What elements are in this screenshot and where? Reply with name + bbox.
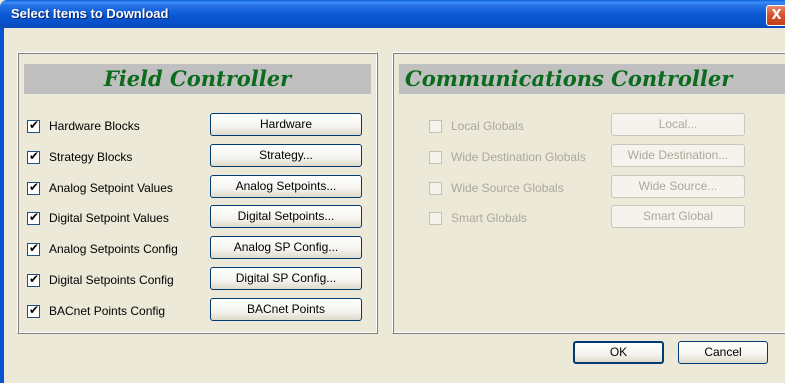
field-controller-title: Field Controller [24, 64, 371, 94]
analog-setpoints-config-checkbox-row[interactable]: Analog Setpoints Config [27, 241, 178, 257]
digital-sp-config-button[interactable]: Digital SP Config... [210, 267, 362, 290]
wide-destination-globals-checkbox [429, 150, 442, 164]
select-items-dialog: Select Items to Download X Field Control… [0, 0, 785, 383]
local-globals-checkbox [429, 119, 442, 133]
smart-global-button: Smart Global [611, 205, 745, 228]
ok-button[interactable]: OK [573, 341, 664, 364]
analog-setpoint-values-checkbox[interactable] [27, 180, 40, 195]
bacnet-points-config-label: BACnet Points Config [49, 304, 166, 318]
window-title: Select Items to Download [11, 6, 169, 21]
strategy-blocks-label: Strategy Blocks [49, 150, 133, 164]
strategy-button[interactable]: Strategy... [210, 144, 362, 167]
local-button: Local... [611, 113, 745, 136]
wide-source-button: Wide Source... [611, 175, 745, 198]
bacnet-points-config-checkbox[interactable] [27, 303, 40, 318]
analog-setpoints-config-checkbox[interactable] [27, 241, 40, 256]
wide-source-globals-label: Wide Source Globals [451, 181, 564, 195]
wide-destination-button: Wide Destination... [611, 144, 745, 167]
analog-setpoints-button[interactable]: Analog Setpoints... [210, 175, 362, 198]
communications-controller-group: Communications Controller Local Globals … [392, 52, 785, 334]
digital-setpoint-values-label: Digital Setpoint Values [49, 211, 169, 225]
close-button[interactable]: X [766, 5, 785, 26]
digital-setpoints-config-label: Digital Setpoints Config [49, 273, 174, 287]
smart-globals-label: Smart Globals [451, 211, 528, 225]
smart-globals-checkbox-row: Smart Globals [429, 210, 527, 226]
digital-setpoints-config-checkbox-row[interactable]: Digital Setpoints Config [27, 272, 174, 288]
analog-setpoints-config-label: Analog Setpoints Config [49, 242, 178, 256]
wide-source-globals-checkbox-row: Wide Source Globals [429, 180, 564, 196]
hardware-blocks-label: Hardware Blocks [49, 119, 140, 133]
strategy-blocks-checkbox[interactable] [27, 149, 40, 164]
hardware-blocks-checkbox[interactable] [27, 118, 40, 133]
wide-source-globals-checkbox [429, 181, 442, 195]
analog-setpoint-values-checkbox-row[interactable]: Analog Setpoint Values [27, 180, 173, 196]
analog-setpoint-values-label: Analog Setpoint Values [49, 181, 173, 195]
local-globals-checkbox-row: Local Globals [429, 118, 524, 134]
digital-setpoints-button[interactable]: Digital Setpoints... [210, 205, 362, 228]
digital-setpoint-values-checkbox[interactable] [27, 210, 40, 225]
communications-controller-title: Communications Controller [399, 64, 785, 94]
bacnet-points-config-checkbox-row[interactable]: BACnet Points Config [27, 303, 165, 319]
digital-setpoints-config-checkbox[interactable] [27, 272, 40, 287]
hardware-blocks-checkbox-row[interactable]: Hardware Blocks [27, 118, 140, 134]
smart-globals-checkbox [429, 211, 442, 225]
strategy-blocks-checkbox-row[interactable]: Strategy Blocks [27, 149, 132, 165]
bacnet-points-button[interactable]: BACnet Points [210, 298, 362, 321]
analog-sp-config-button[interactable]: Analog SP Config... [210, 236, 362, 259]
window-frame-left [0, 28, 4, 383]
title-bar[interactable]: Select Items to Download X [0, 0, 785, 28]
wide-destination-globals-label: Wide Destination Globals [451, 150, 586, 164]
hardware-button[interactable]: Hardware [210, 113, 362, 136]
digital-setpoint-values-checkbox-row[interactable]: Digital Setpoint Values [27, 210, 169, 226]
cancel-button[interactable]: Cancel [678, 341, 768, 364]
local-globals-label: Local Globals [451, 119, 524, 133]
field-controller-group: Field Controller Hardware Blocks Hardwar… [17, 52, 378, 334]
wide-destination-globals-checkbox-row: Wide Destination Globals [429, 149, 586, 165]
